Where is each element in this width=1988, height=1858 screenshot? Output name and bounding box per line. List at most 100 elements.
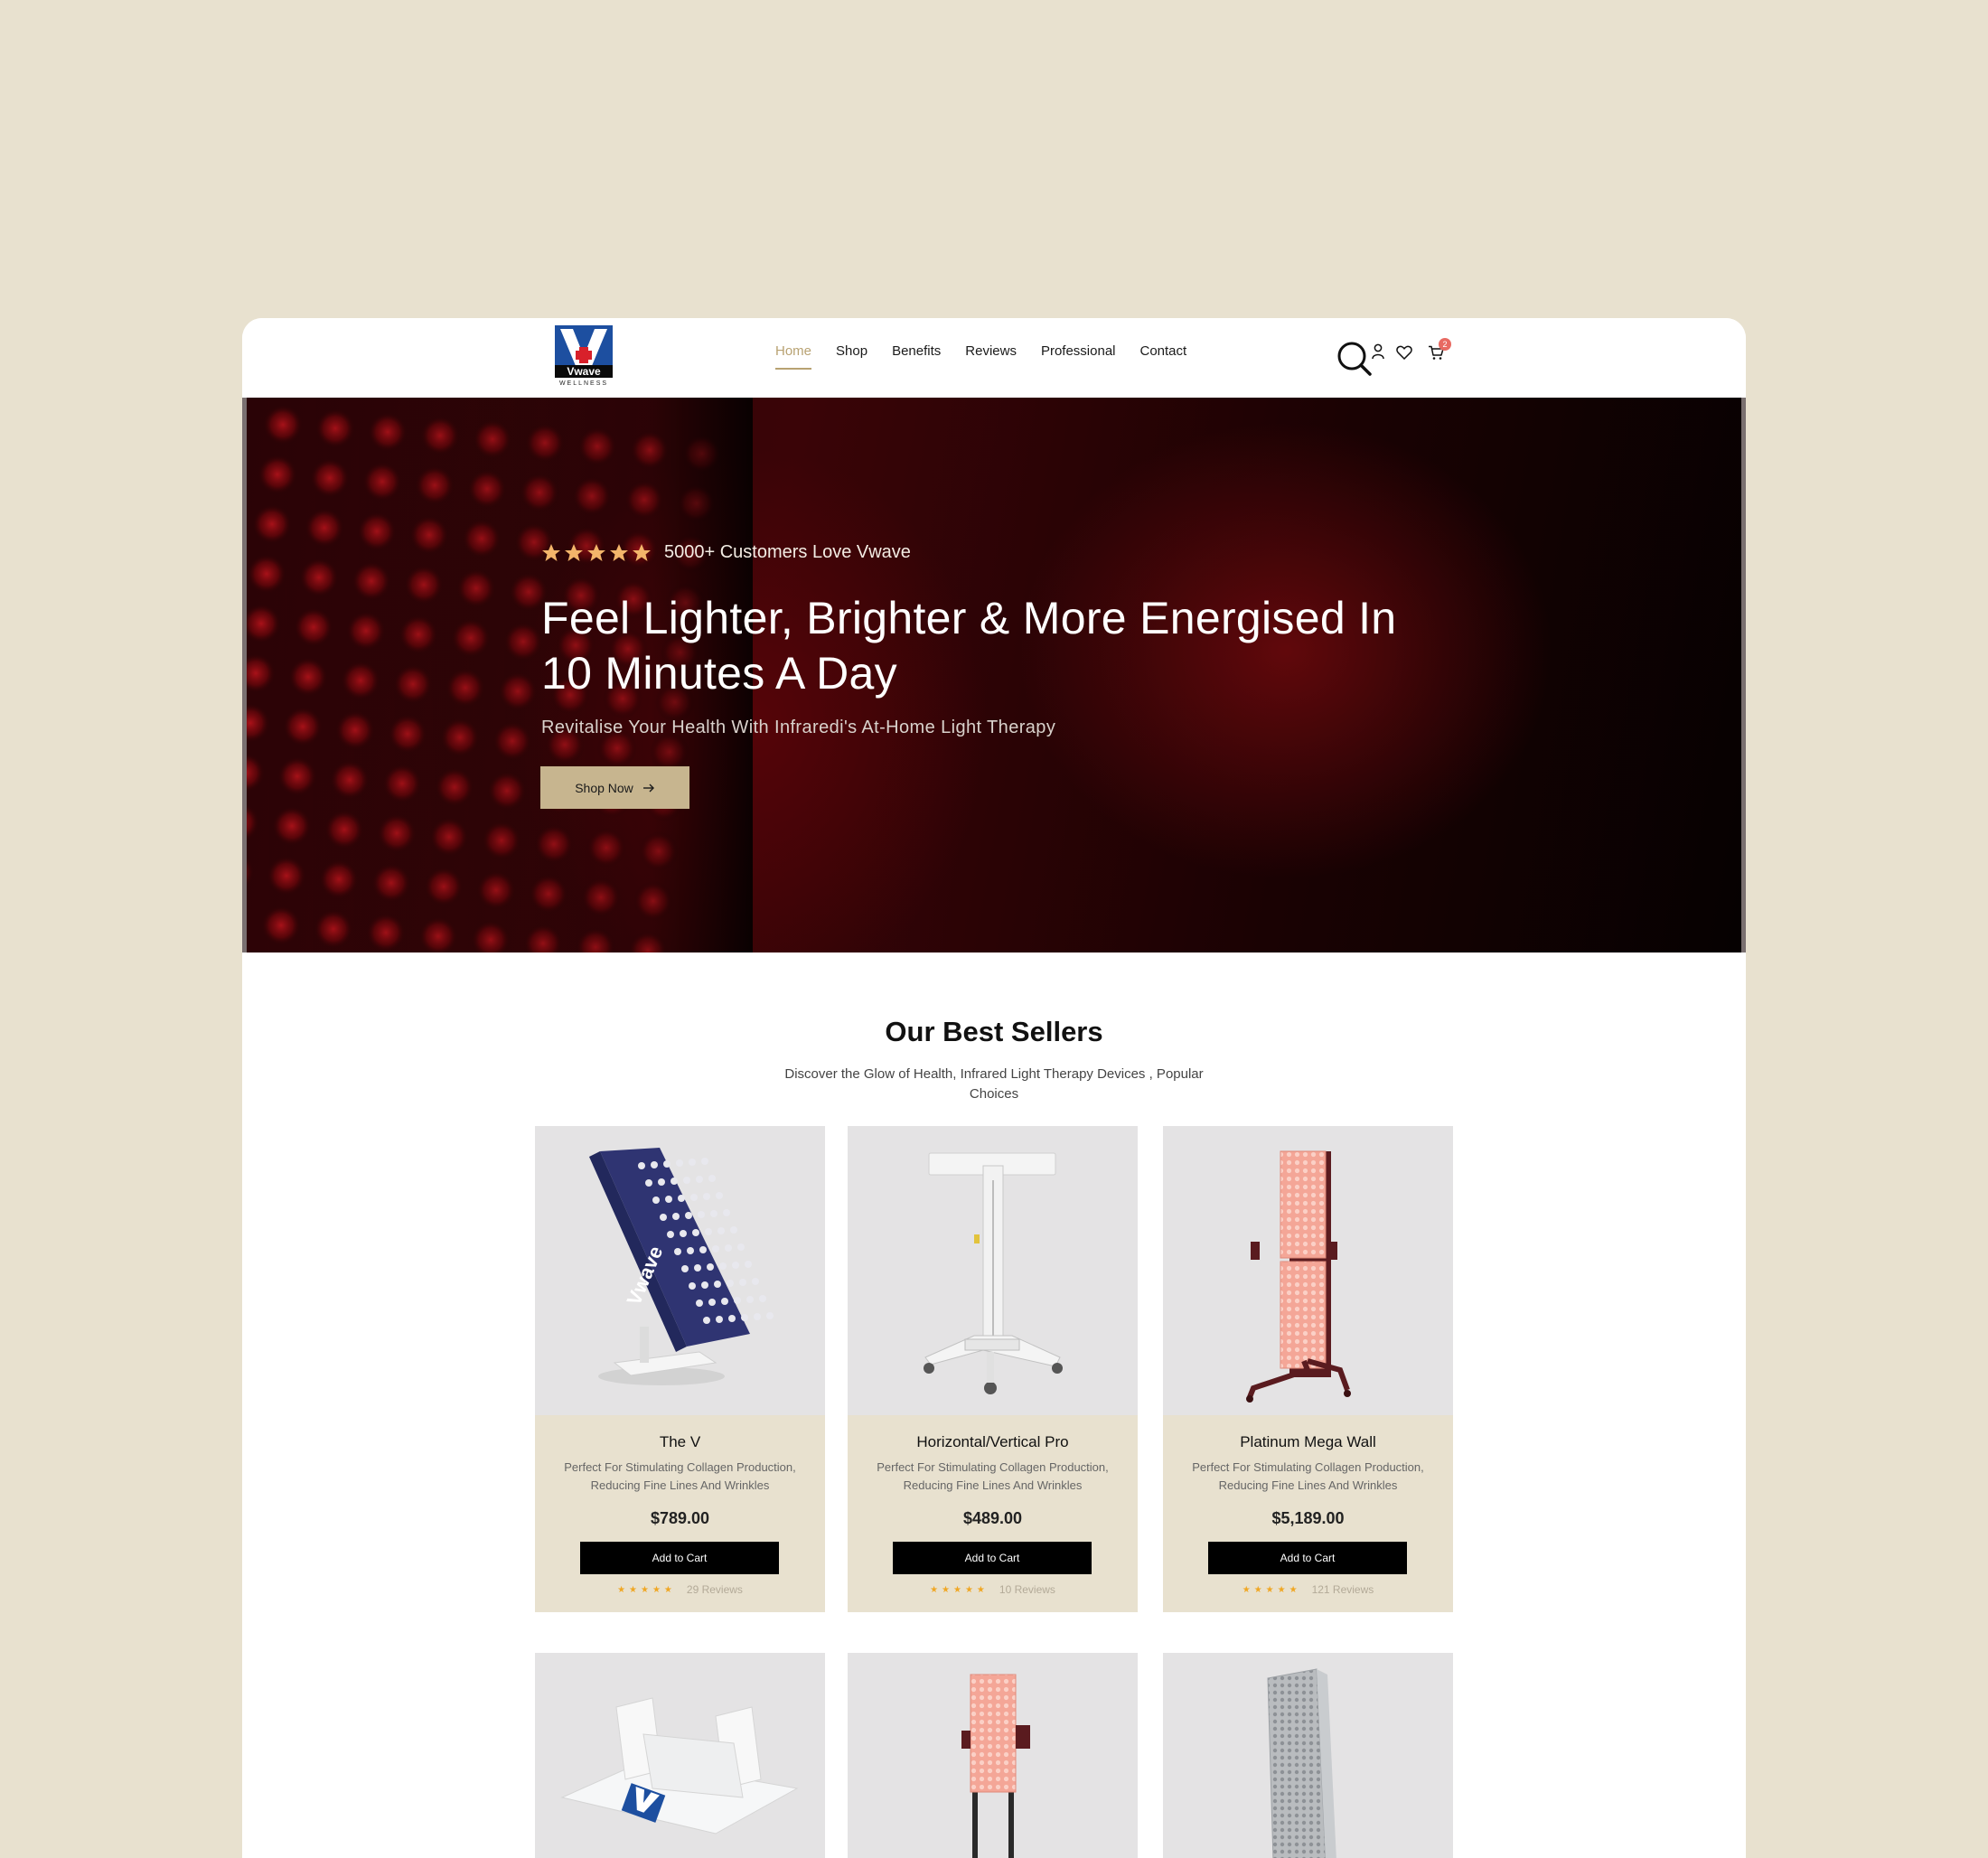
product-led-dot [752,1278,759,1285]
product-led-dot [660,1214,667,1221]
product-led-dot [670,1178,678,1185]
heart-icon[interactable] [1396,345,1412,364]
product-card[interactable] [1163,1653,1453,1858]
product-led-dot [692,1229,699,1236]
site-header: Vwave WELLNESS Home Shop Benefits Review… [242,318,1746,398]
product-led-dot [689,1159,696,1166]
rating-stars-icon: ★★★★★ [617,1584,676,1595]
product-led-dot [730,1226,737,1234]
add-to-cart-button[interactable]: Add to Cart [893,1542,1092,1574]
product-led-dot [645,1179,652,1187]
product-reviews[interactable]: ★★★★★ 121 Reviews [1163,1583,1453,1596]
hero-stars [541,543,652,562]
product-led-dot [721,1298,728,1305]
product-image-the-v[interactable]: Vwave [535,1126,825,1415]
nav-reviews[interactable]: Reviews [965,343,1017,370]
svg-text:Vwave: Vwave [567,365,601,378]
product-led-dot [703,1317,710,1324]
product-led-dot [690,1194,698,1201]
vwave-logo[interactable]: Vwave WELLNESS [555,325,613,387]
review-count: 121 Reviews [1311,1583,1374,1596]
star-icon [610,544,628,561]
product-led-dot [687,1247,694,1254]
product-led-dot [696,1300,703,1307]
product-led-dot [719,1262,727,1270]
nav-contact[interactable]: Contact [1140,343,1187,370]
product-led-dot [699,1246,707,1253]
product-info: The V Perfect For Stimulating Collagen P… [535,1415,825,1612]
product-led-dot [680,1230,687,1237]
product-led-dot [745,1261,752,1268]
page-frame: Vwave WELLNESS Home Shop Benefits Review… [242,318,1746,1858]
product-name[interactable]: The V [535,1433,825,1451]
product-price: $489.00 [962,1509,1023,1527]
shop-now-button[interactable]: Shop Now [540,766,689,809]
product-image-platinum-mega-wall[interactable] [1163,1126,1453,1415]
product-led-dot [658,1178,665,1186]
product-led-dot [708,1175,716,1182]
product-led-dot [727,1280,734,1287]
arrow-right-icon [642,781,655,795]
product-led-dot [732,1262,739,1269]
product-led-dot [676,1159,683,1167]
star-icon [565,544,583,561]
product-led-dot [701,1281,708,1289]
product-led-dot [739,1279,746,1286]
product-card[interactable]: Horizontal/Vertical Pro Perfect For Stim… [848,1126,1138,1612]
product-led-dot [741,1314,748,1321]
product-card[interactable] [535,1653,825,1858]
hero-subtitle: Revitalise Your Health With Infraredi's … [541,718,1056,737]
product-reviews[interactable]: ★★★★★ 10 Reviews [848,1583,1138,1596]
nav-professional[interactable]: Professional [1041,343,1116,370]
star-icon [587,544,605,561]
nav-shop[interactable]: Shop [836,343,867,370]
product-led-dot [663,1160,670,1168]
product-price: $789.00 [650,1509,710,1527]
product-card[interactable]: Vwave The V Perfect For Stimulating Coll… [535,1126,825,1612]
rating-stars-icon: ★★★★★ [930,1584,989,1595]
product-name[interactable]: Platinum Mega Wall [1163,1433,1453,1451]
product-led-dot [698,1211,705,1218]
product-description: Perfect For Stimulating Collagen Product… [564,1460,796,1492]
product-card[interactable] [848,1653,1138,1858]
product-led-dot [728,1315,736,1322]
product-description: Perfect For Stimulating Collagen Product… [877,1460,1109,1492]
product-image-bed-panel[interactable] [535,1653,825,1858]
product-price: $5,189.00 [1271,1509,1345,1527]
product-image-horizontal-vertical-pro[interactable] [848,1126,1138,1415]
search-icon[interactable] [1337,342,1374,382]
product-led-dot [696,1176,703,1183]
nav-benefits[interactable]: Benefits [892,343,941,370]
product-reviews[interactable]: ★★★★★ 29 Reviews [535,1583,825,1596]
product-led-dot [717,1227,725,1234]
hero-rating-text: 5000+ Customers Love Vwave [664,542,911,562]
product-led-dot [737,1243,745,1251]
product-led-dot [707,1263,714,1271]
star-icon [633,544,651,561]
product-led-dot [651,1161,658,1168]
product-image-silver-panel[interactable] [1163,1653,1453,1858]
product-name[interactable]: Horizontal/Vertical Pro [848,1433,1138,1451]
product-led-dot [759,1295,766,1302]
review-count: 29 Reviews [686,1583,743,1596]
nav-home[interactable]: Home [775,343,812,370]
add-to-cart-button[interactable]: Add to Cart [580,1542,779,1574]
product-card[interactable]: Platinum Mega Wall Perfect For Stimulati… [1163,1126,1453,1612]
product-led-dot [678,1195,685,1202]
user-icon[interactable] [1371,343,1385,364]
product-led-dot [714,1281,721,1288]
review-count: 10 Reviews [999,1583,1055,1596]
rating-stars-icon: ★★★★★ [1242,1584,1301,1595]
product-led-dot [754,1313,761,1320]
product-description: Perfect For Stimulating Collagen Product… [1192,1460,1424,1492]
product-led-dot [716,1316,723,1323]
product-info: Platinum Mega Wall Perfect For Stimulati… [1163,1415,1453,1612]
product-image-stand-panel[interactable] [848,1653,1138,1858]
add-to-cart-button[interactable]: Add to Cart [1208,1542,1407,1574]
product-led-dot [667,1231,674,1238]
product-led-dot [766,1312,774,1319]
cart-icon[interactable]: 2 [1428,338,1451,365]
product-led-dot [701,1158,708,1165]
product-led-dot [689,1282,696,1290]
product-led-dot [672,1213,680,1220]
